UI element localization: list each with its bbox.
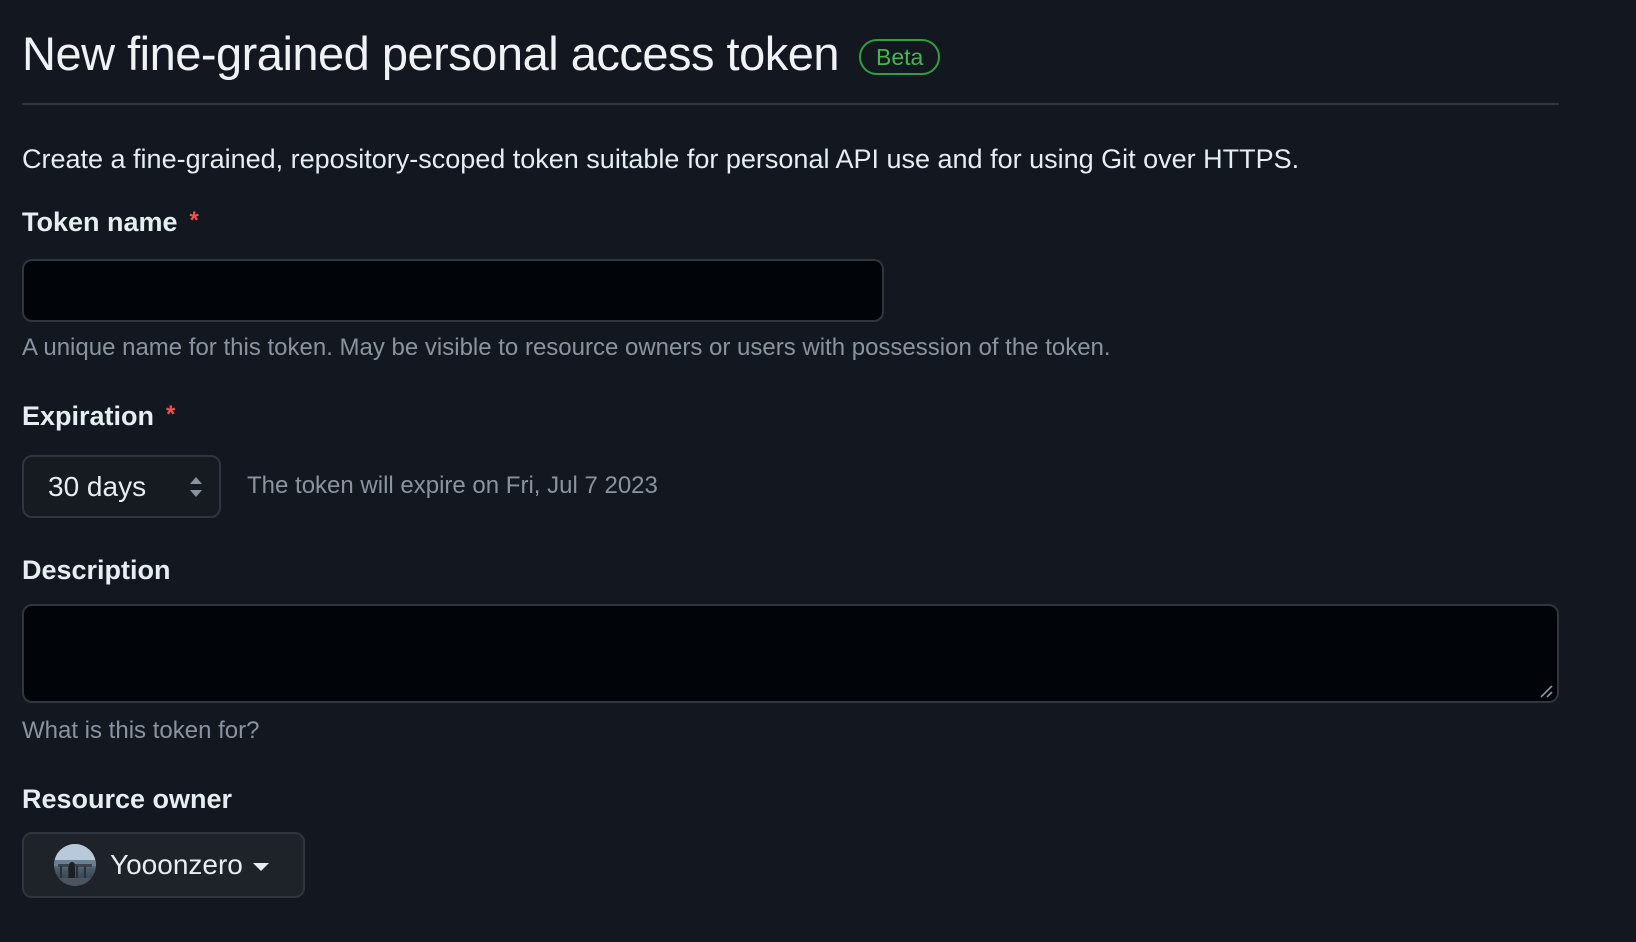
expiration-selected-value: 30 days [48,470,147,502]
expiration-label: Expiration * [22,398,175,436]
token-name-label-text: Token name [22,207,178,237]
resource-owner-label-text: Resource owner [22,784,233,814]
resize-handle-icon[interactable] [1539,684,1553,698]
token-name-label: Token name * [22,204,199,242]
required-star: * [166,401,176,428]
select-arrows-icon [190,477,202,497]
required-star: * [189,207,199,234]
description-label-text: Description [22,555,171,585]
description-hint: What is this token for? [22,717,260,744]
description-label: Description [22,552,171,588]
page-title: New fine-grained personal access token [22,27,840,80]
resource-owner-name: Yooonzero [110,849,243,880]
intro-text: Create a fine-grained, repository-scoped… [22,144,1300,174]
page-header: New fine-grained personal access token B… [22,22,941,86]
beta-badge: Beta [859,39,941,75]
avatar [54,844,96,886]
expiration-select[interactable]: 30 days [22,455,221,518]
token-form-page: New fine-grained personal access token B… [22,0,1559,942]
description-textarea[interactable] [22,604,1559,703]
token-name-input[interactable] [22,259,884,322]
token-name-hint: A unique name for this token. May be vis… [22,334,1111,361]
resource-owner-dropdown[interactable]: Yooonzero [22,832,305,898]
header-divider [22,103,1559,105]
expiration-note: The token will expire on Fri, Jul 7 2023 [247,472,658,499]
resource-owner-label: Resource owner [22,781,232,817]
expiration-label-text: Expiration [22,401,155,431]
caret-down-icon [252,862,269,871]
